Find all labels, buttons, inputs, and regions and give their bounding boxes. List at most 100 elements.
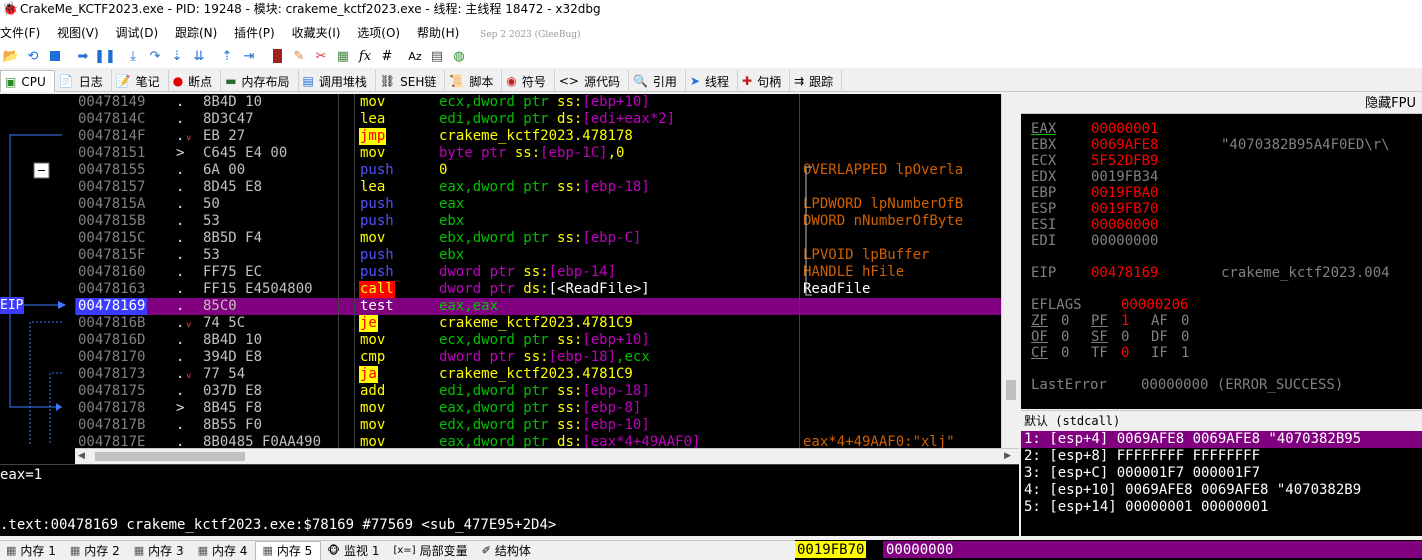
bookmark-icon[interactable]: ▦ (332, 45, 354, 67)
step-into-trace-icon[interactable]: ⇣ (166, 45, 188, 67)
argument-row[interactable]: 5: [esp+14] 00000001 00000001 (1021, 499, 1422, 516)
register-value[interactable]: 0069AFE8 (1091, 137, 1158, 153)
instruction-address[interactable]: 00478149 (78, 94, 145, 111)
menu-file[interactable]: 文件(F) (0, 22, 40, 44)
disasm-row[interactable]: 0047815A. 50 push eax LPDWORD lpNumberOfB (75, 196, 1001, 213)
disassembly-hscrollbar[interactable]: ◀ ▶ (75, 448, 1019, 464)
register-value[interactable]: 0019FB34 (1091, 169, 1158, 185)
instruction-address[interactable]: 0047815F (78, 247, 145, 264)
instruction-address[interactable]: 00478170 (78, 349, 145, 366)
menu-plugins[interactable]: 插件(P) (234, 22, 275, 44)
flag-value[interactable]: 0 (1181, 329, 1189, 345)
disasm-row[interactable]: 0047815C. 8B5D F4 mov ebx,dword ptr ss:[ebp… (75, 230, 1001, 247)
tab-dump-2[interactable]: ▦ 内存 2 (64, 541, 128, 560)
tab-dump-5[interactable]: ▦ 内存 5 (255, 541, 322, 560)
step-over-trace-icon[interactable]: ⇊ (188, 45, 210, 67)
argument-row[interactable]: 4: [esp+10] 0069AFE8 0069AFE8 "4070382B9 (1021, 482, 1422, 499)
tab-call-stack[interactable]: ▤ 调用堆栈 (299, 70, 376, 92)
tab-dump-4[interactable]: ▦ 内存 4 (192, 541, 256, 560)
menu-debug[interactable]: 调试(D) (116, 22, 159, 44)
calling-convention-select[interactable]: 默认 (stdcall) (1021, 410, 1422, 431)
flag-value[interactable]: 1 (1121, 313, 1129, 329)
tab-cpu[interactable]: ▣ CPU (0, 70, 55, 92)
hide-fpu-button[interactable]: 隐藏FPU (1021, 94, 1422, 114)
flag-value[interactable]: 0 (1121, 329, 1129, 345)
tab-locals-7[interactable]: [x=] 局部变量 (387, 541, 475, 560)
instruction-address[interactable]: 00478169 (76, 298, 148, 315)
tab-dump-3[interactable]: ▦ 内存 3 (128, 541, 192, 560)
scroll-left-icon[interactable]: ◀ (78, 449, 85, 464)
argument-row[interactable]: 3: [esp+C] 000001F7 000001F7 (1021, 465, 1422, 482)
disasm-row[interactable]: 0047814F .ᵥ EB 27 jmp crakeme_kctf2023.47817… (75, 128, 1001, 145)
disasm-row[interactable]: 00478149. 8B4D 10 mov ecx,dword ptr ss:[ebp… (75, 94, 1001, 111)
tab-dump-1[interactable]: ▦ 内存 1 (0, 541, 64, 560)
disassembly-vscrollbar[interactable] (1001, 94, 1019, 448)
label-icon[interactable]: ✂ (310, 45, 332, 67)
argument-row[interactable]: 1: [esp+4] 0069AFE8 0069AFE8 "4070382B95 (1021, 431, 1422, 448)
menu-view[interactable]: 视图(V) (57, 22, 99, 44)
disasm-row[interactable]: 00478160. FF75 EC push dword ptr ss:[ebp-14… (75, 264, 1001, 281)
disasm-row[interactable]: 00478170. 394D E8 cmp dword ptr ss:[ebp-18]… (75, 349, 1001, 366)
disasm-row[interactable]: 00478163. FF15 E4504800 call dword ptr ds:[… (75, 281, 1001, 298)
registers-panel[interactable]: 隐藏FPU EAX 00000001 EBX 0069AFE8 "4070382B95A… (1021, 94, 1422, 409)
register-value[interactable]: 00478169 (1091, 265, 1158, 281)
tab-script[interactable]: 📜 脚本 (445, 70, 503, 92)
disasm-row[interactable]: 0047814C. 8D3C47 lea edi,dword ptr ds:[edi+… (75, 111, 1001, 128)
disassembly-view[interactable]: EIP 00478149. 8B4D 10 mov ecx,dword ptr ss:… (0, 94, 1019, 448)
stack-view[interactable]: 0019FB70 00000000 (795, 540, 1422, 560)
flag-value[interactable]: 0 (1061, 313, 1069, 329)
tab-notes[interactable]: 📝 笔记 (112, 70, 169, 92)
tab-seh[interactable]: ⛓ SEH链 (376, 70, 446, 92)
function-icon[interactable]: fx (354, 45, 376, 67)
instruction-address[interactable]: 0047815C (78, 230, 145, 247)
execute-till-return-icon[interactable]: ⇥ (238, 45, 260, 67)
step-into-icon[interactable]: ⤓ (122, 45, 144, 67)
flag-value[interactable]: 1 (1181, 345, 1189, 361)
menu-options[interactable]: 选项(O) (357, 22, 400, 44)
instruction-address[interactable]: 00478163 (78, 281, 145, 298)
register-value[interactable]: 00000000 (ERROR_SUCCESS) (1141, 377, 1343, 393)
tab-breakpoints[interactable]: ● 断点 (169, 70, 222, 92)
flag-value[interactable]: 0 (1121, 345, 1129, 361)
instruction-address[interactable]: 0047817E (78, 434, 145, 448)
arguments-view[interactable]: 1: [esp+4] 0069AFE8 0069AFE8 "4070382B95… (1021, 431, 1422, 536)
stop-icon[interactable] (44, 45, 66, 67)
restart-icon[interactable]: ⟲ (22, 45, 44, 67)
register-value[interactable]: 00000206 (1121, 297, 1188, 313)
flag-value[interactable]: 0 (1061, 329, 1069, 345)
run-icon[interactable]: ➡ (72, 45, 94, 67)
disasm-row[interactable]: 00478151 > C645 E4 00 mov byte ptr ss:[ebp-1… (75, 145, 1001, 162)
disasm-row[interactable]: 00478173 .ᵥ 77 54 ja crakeme_kctf2023.4781C9 (75, 366, 1001, 383)
instruction-address[interactable]: 00478173 (78, 366, 145, 383)
scroll-thumb[interactable] (95, 452, 245, 461)
tab-watch-6[interactable]: 🐵 监视 1 (321, 541, 387, 560)
tab-threads[interactable]: ➤ 线程 (686, 70, 739, 92)
animate-icon[interactable] (266, 45, 288, 67)
register-value[interactable]: 00000001 (1091, 121, 1158, 137)
font-icon[interactable]: Aᴢ (404, 45, 426, 67)
register-value[interactable]: 00000000 (1091, 233, 1158, 249)
tab-struct-8[interactable]: ✐ 结构体 (476, 541, 539, 560)
tab-trace[interactable]: ⇉ 跟踪 (790, 70, 843, 92)
tab-references[interactable]: 🔍 引用 (629, 70, 686, 92)
instruction-address[interactable]: 0047817B (78, 417, 145, 434)
disasm-row[interactable]: 00478155. 6A 00 push 0 OVERLAPPED lpOverla (75, 162, 1001, 179)
disasm-row[interactable]: 0047816B .ᵥ 74 5C je crakeme_kctf2023.4781C9 (75, 315, 1001, 332)
open-icon[interactable]: 📂 (0, 45, 22, 67)
disasm-row[interactable]: 0047817B. 8B55 F0 mov edx,dword ptr ss:[ebp… (75, 417, 1001, 434)
run-to-user-icon[interactable]: ⇡ (216, 45, 238, 67)
instruction-address[interactable]: 00478178 (78, 400, 145, 417)
register-value[interactable]: 5F52DFB9 (1091, 153, 1158, 169)
instruction-address[interactable]: 00478157 (78, 179, 145, 196)
menu-help[interactable]: 帮助(H) (417, 22, 459, 44)
tab-symbols[interactable]: ◉ 符号 (502, 70, 555, 92)
disasm-row[interactable]: 00478157. 8D45 E8 lea eax,dword ptr ss:[ebp… (75, 179, 1001, 196)
register-value[interactable]: 0019FBA0 (1091, 185, 1158, 201)
instruction-address[interactable]: 00478175 (78, 383, 145, 400)
disasm-row[interactable]: 00478169. 85C0 test eax,eax (75, 298, 1001, 315)
pause-icon[interactable]: ❚❚ (94, 45, 116, 67)
disasm-row[interactable]: 0047815F. 53 push ebx LPVOID lpBuffer (75, 247, 1001, 264)
hash-icon[interactable]: # (376, 45, 398, 67)
tab-handles[interactable]: ✚ 句柄 (738, 70, 791, 92)
instruction-address[interactable]: 0047816D (78, 332, 145, 349)
